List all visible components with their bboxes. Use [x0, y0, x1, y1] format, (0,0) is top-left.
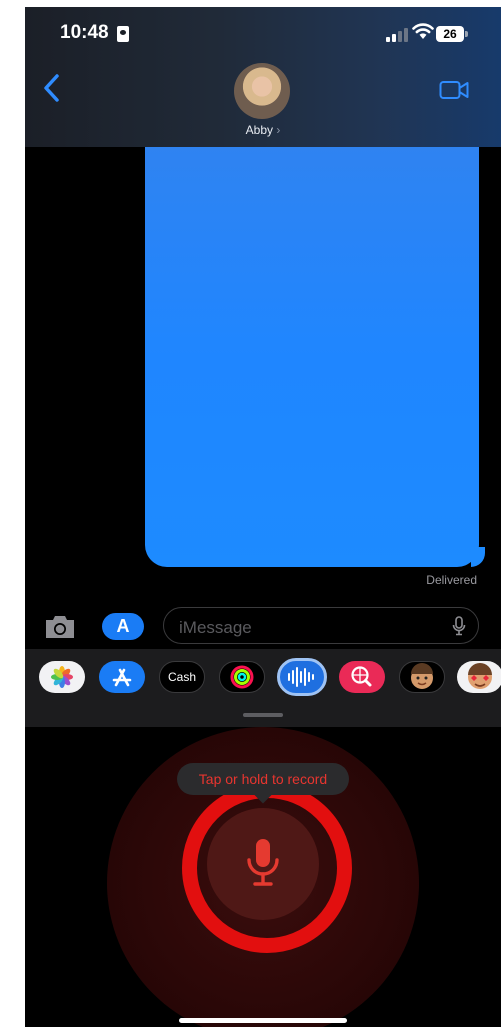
record-hint-tooltip: Tap or hold to record [177, 763, 349, 795]
contact-name[interactable]: Abby › [25, 123, 501, 137]
battery-icon: 26 [436, 26, 468, 42]
memoji-icon[interactable] [399, 661, 445, 693]
video-camera-icon[interactable] [439, 79, 469, 101]
drawer-handle[interactable] [243, 713, 283, 717]
signal-icon [386, 28, 408, 42]
message-input[interactable]: iMessage [163, 607, 479, 644]
photos-icon[interactable] [39, 661, 85, 693]
status-time: 10:48 [60, 22, 109, 43]
record-focus-ring [182, 783, 352, 953]
wifi-icon [412, 23, 434, 39]
audio-recorder: Tap or hold to record [25, 727, 501, 1027]
conversation-header: 10:48 26 Abby › [25, 7, 501, 147]
app-store-icon[interactable] [99, 661, 145, 693]
app-store-icon[interactable]: A [102, 613, 144, 640]
camera-icon[interactable] [43, 614, 77, 640]
microphone-icon[interactable] [452, 616, 466, 636]
contact-card-icon [117, 26, 129, 42]
memoji-stickers-icon[interactable] [457, 661, 501, 693]
message-bubble-tail [471, 547, 485, 567]
audio-message-icon[interactable] [277, 658, 327, 696]
apple-cash-label: Cash [167, 670, 196, 684]
avatar[interactable] [234, 63, 290, 119]
phone-screen: 10:48 26 Abby › Delivered A iMessage Cas… [25, 7, 501, 1027]
chevron-right-icon: › [276, 123, 281, 137]
contact-name-label: Abby [245, 123, 273, 137]
apple-cash-icon[interactable]: Cash [159, 661, 205, 693]
activity-icon[interactable] [219, 661, 265, 693]
chevron-left-icon[interactable] [40, 72, 64, 104]
image-search-icon[interactable] [339, 661, 385, 693]
app-drawer: Cash [25, 649, 501, 727]
message-bubble[interactable] [145, 147, 479, 567]
home-indicator[interactable] [179, 1018, 347, 1023]
delivery-status: Delivered [426, 573, 477, 587]
message-placeholder: iMessage [179, 618, 252, 637]
